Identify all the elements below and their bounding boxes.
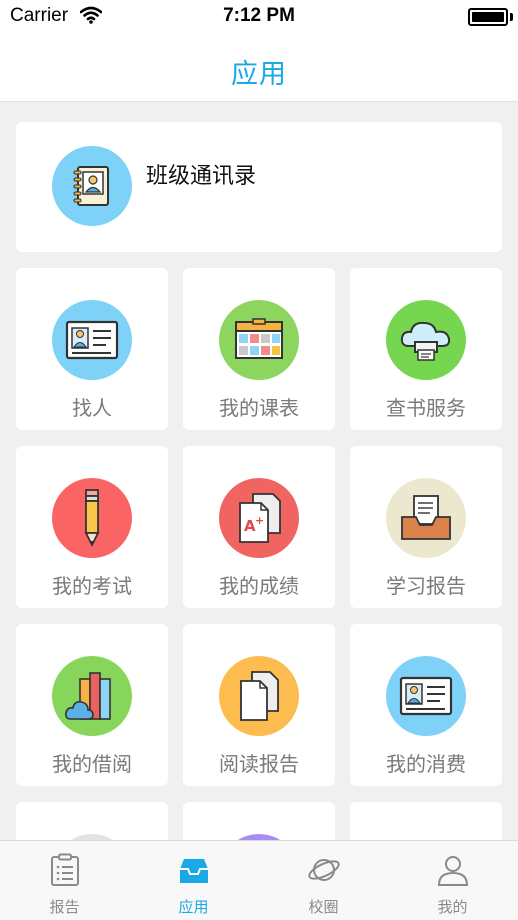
tile-label: 学习报告 xyxy=(386,574,466,598)
tile-label: 我的课表 xyxy=(219,396,299,420)
id-card-icon xyxy=(386,656,466,736)
tab-label: 我的 xyxy=(437,898,468,916)
tab-me[interactable]: 我的 xyxy=(388,841,517,920)
inbox-tray-icon xyxy=(180,859,208,883)
my-exams-tile[interactable]: 我的考试 xyxy=(16,446,168,608)
clipboard-icon xyxy=(51,853,79,886)
clock: 7:12 PM xyxy=(223,5,295,26)
tile-label: 找人 xyxy=(72,396,112,420)
tab-label: 应用 xyxy=(178,898,209,916)
partial-tile[interactable] xyxy=(183,802,335,840)
study-report-tile[interactable]: 学习报告 xyxy=(350,446,502,608)
class-directory-card[interactable]: 班级通讯录 xyxy=(16,122,502,252)
tile-label: 阅读报告 xyxy=(219,752,299,776)
status-bar: Carrier 7:12 PM xyxy=(0,0,518,34)
tab-campus[interactable]: 校圈 xyxy=(259,841,388,920)
tile-label: 我的成绩 xyxy=(219,574,299,598)
page-title: 应用 xyxy=(231,59,287,90)
documents-icon xyxy=(219,656,299,736)
report-tray-icon xyxy=(386,478,466,558)
cloud-print-icon xyxy=(386,300,466,380)
timetable-icon xyxy=(219,300,299,380)
tab-bar: 报告 应用 校圈 我的 xyxy=(0,840,518,920)
address-book-icon xyxy=(52,146,132,226)
my-grades-tile[interactable]: A + 我的成绩 xyxy=(183,446,335,608)
svg-text:+: + xyxy=(255,514,264,527)
find-people-tile[interactable]: 找人 xyxy=(16,268,168,430)
partial-tile[interactable] xyxy=(16,802,168,840)
tab-reports[interactable]: 报告 xyxy=(0,841,129,920)
grade-document-icon: A + xyxy=(219,478,299,558)
tab-apps[interactable]: 应用 xyxy=(129,841,258,920)
navigation-bar: 应用 xyxy=(0,34,518,102)
partial-tile[interactable] xyxy=(350,802,502,840)
my-borrowing-tile[interactable]: 我的借阅 xyxy=(16,624,168,786)
tile-label: 我的消费 xyxy=(386,752,466,776)
id-card-icon xyxy=(52,300,132,380)
tab-label: 校圈 xyxy=(308,898,339,916)
tab-label: 报告 xyxy=(49,898,80,916)
tile-label: 我的借阅 xyxy=(52,752,132,776)
my-spending-tile[interactable]: 我的消费 xyxy=(350,624,502,786)
reading-report-tile[interactable]: 阅读报告 xyxy=(183,624,335,786)
tile-label: 我的考试 xyxy=(52,574,132,598)
class-directory-label: 班级通讯录 xyxy=(146,164,257,189)
battery-icon xyxy=(468,8,508,26)
person-icon xyxy=(437,856,469,886)
book-search-tile[interactable]: 查书服务 xyxy=(350,268,502,430)
pencil-icon xyxy=(52,478,132,558)
battery-tip xyxy=(510,13,513,21)
my-timetable-tile[interactable]: 我的课表 xyxy=(183,268,335,430)
app-grid[interactable]: 班级通讯录 找人 我的课表 查书服务 我的考试 A + 我的成绩 学习报告 我的… xyxy=(0,103,518,840)
books-icon xyxy=(52,656,132,736)
planet-icon xyxy=(308,859,340,881)
tile-label: 查书服务 xyxy=(386,396,466,420)
